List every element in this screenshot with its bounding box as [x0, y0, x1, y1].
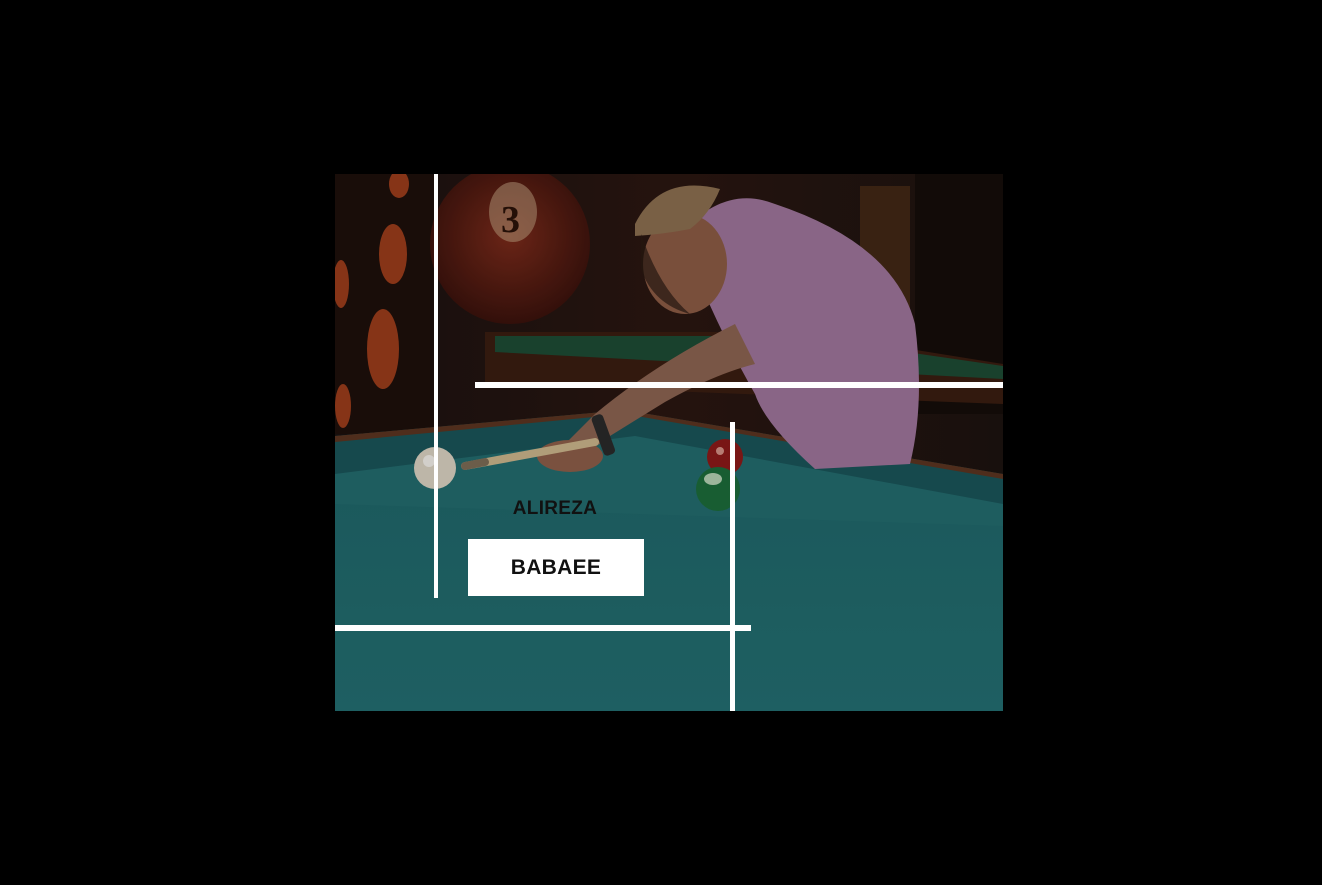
accent-line-horizontal-top	[475, 382, 1003, 388]
accent-line-horizontal-bottom	[335, 625, 751, 631]
last-name: BABAEE	[510, 555, 602, 579]
last-name-box: BABAEE	[468, 539, 644, 596]
hero-card: 3 ALIREZA BABAEE	[335, 174, 1003, 711]
accent-line-vertical-left	[434, 174, 438, 598]
first-name: ALIREZA	[512, 498, 598, 519]
accent-line-vertical-right	[730, 422, 735, 711]
